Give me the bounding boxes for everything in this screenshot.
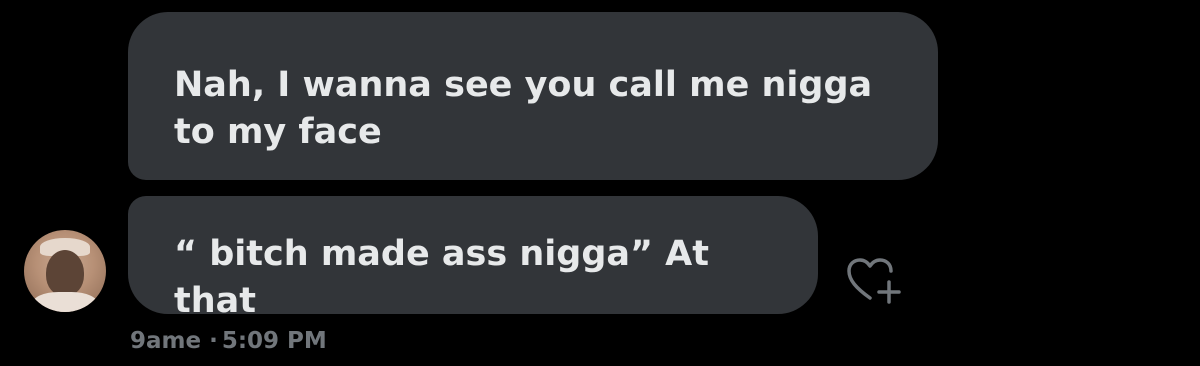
separator: · <box>209 328 218 354</box>
message-meta: 9ame · 5:09 PM <box>130 324 327 358</box>
avatar[interactable] <box>24 230 106 312</box>
dm-thread: Nah, I wanna see you call me nigga to my… <box>0 0 1200 366</box>
message-text: “ bitch made ass nigga” At that <box>174 234 709 321</box>
heart-plus-icon <box>847 258 901 304</box>
timestamp: 5:09 PM <box>221 328 327 354</box>
sender-name[interactable]: 9ame <box>130 328 201 354</box>
message-bubble[interactable]: “ bitch made ass nigga” At that <box>128 196 818 321</box>
message-text: Nah, I wanna see you call me nigga to my… <box>174 65 873 152</box>
add-reaction-button[interactable] <box>846 254 906 306</box>
message-bubble[interactable]: Nah, I wanna see you call me nigga to my… <box>128 12 938 180</box>
